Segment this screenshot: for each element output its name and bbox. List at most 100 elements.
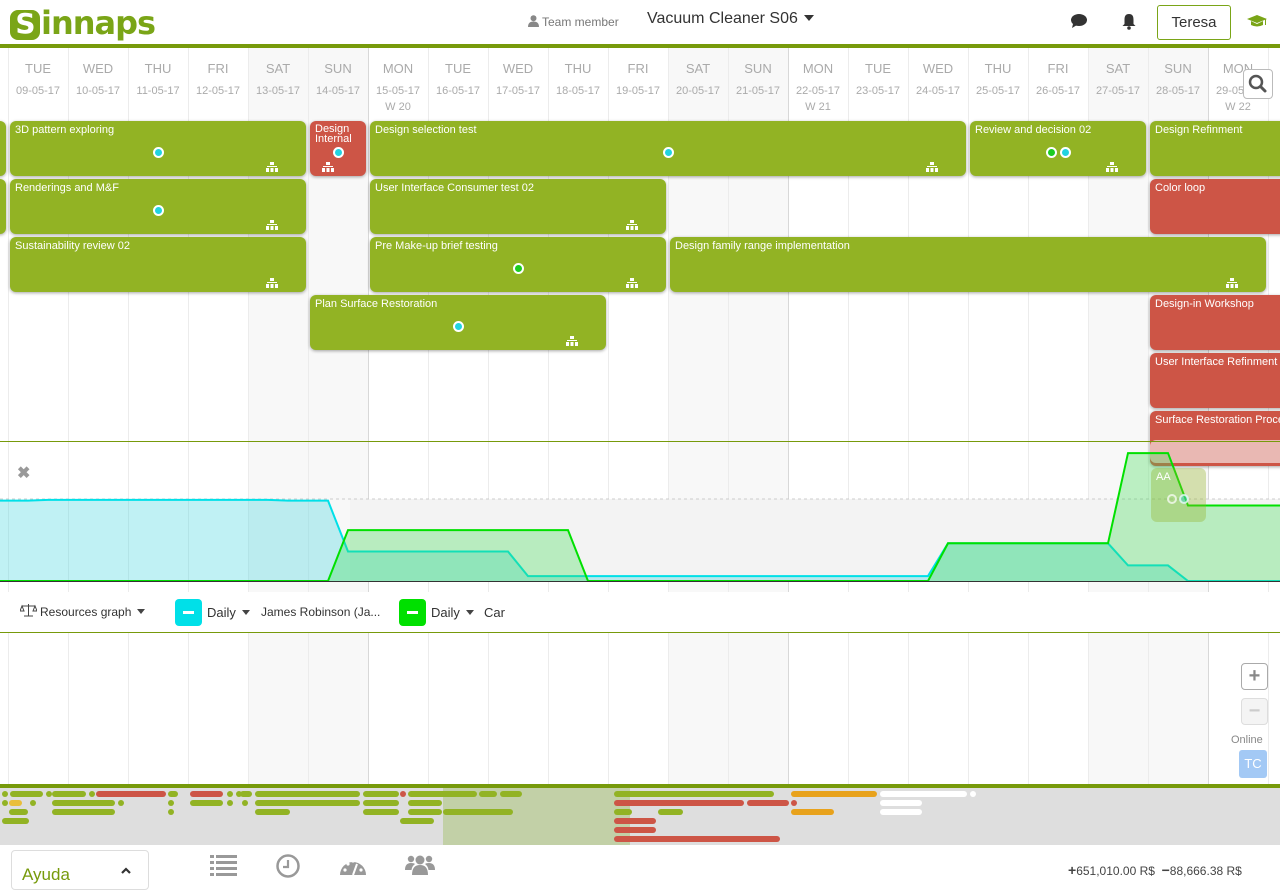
minimap-task [614,809,632,815]
series-1-resource[interactable]: James Robinson (Ja... [261,592,380,633]
day-date: 21-05-17 [735,85,781,97]
minimap-task [242,800,248,806]
task-bar[interactable] [0,179,6,234]
list-icon [210,855,237,876]
series-2-resource[interactable]: Car [484,592,505,633]
day-week: W 22 [1225,101,1251,113]
search-button[interactable] [1243,69,1273,99]
hierarchy-icon[interactable] [322,162,334,172]
series-2-period-selector[interactable]: Daily [431,592,474,633]
hierarchy-icon[interactable] [266,220,278,230]
day-name: SUN [1164,61,1192,76]
series-1-period-selector[interactable]: Daily [207,592,250,633]
series-1-color[interactable] [175,599,202,626]
resource-dot[interactable] [1060,147,1071,158]
minimap-task [500,791,522,797]
notifications-button[interactable] [1121,13,1141,33]
task-bar[interactable]: Pre Make-up brief testing [370,237,666,292]
minimap-task [880,791,967,797]
close-resources-icon[interactable]: ✖ [17,463,30,483]
role-indicator: Team member [528,15,619,29]
resources-graph-selector[interactable]: Resources graph [19,592,146,633]
resource-dot[interactable] [1046,147,1057,158]
avatar[interactable]: TC [1239,750,1267,778]
list-view-button[interactable] [209,853,239,881]
task-bar[interactable]: User Interface Refinment [1150,353,1280,408]
minimap-task [168,791,178,797]
task-name: User Interface Refinment [1155,356,1278,368]
minimap-task [118,800,124,806]
task-bar[interactable]: 3D pattern exploring [10,121,306,176]
team-view-button[interactable] [405,853,435,881]
team-icon [405,855,435,875]
day-header: FRI 19-05-17 [608,48,668,118]
user-menu-button[interactable]: Teresa [1157,5,1231,40]
minimap-task [9,800,22,806]
day-name: TUE [445,61,471,76]
minimap-task [443,809,513,815]
task-bar[interactable]: Sustainability review 02 [10,237,306,292]
minimap-task [970,791,976,797]
minimap-task [255,791,360,797]
day-header: SUN 21-05-17 [728,48,788,118]
minimap-task [791,809,834,815]
hierarchy-icon[interactable] [1226,278,1238,288]
logo[interactable]: Sinnaps [10,4,156,42]
minimap-task [614,818,656,824]
task-bar[interactable]: Review and decision 02 [970,121,1146,176]
hierarchy-icon[interactable] [926,162,938,172]
hierarchy-icon[interactable] [266,278,278,288]
minimap-task [255,800,360,806]
help-button[interactable]: Ayuda [11,850,149,890]
hierarchy-icon[interactable] [566,336,578,346]
minimap-task [614,791,774,797]
day-name: WED [922,61,954,76]
day-header: THU 11-05-17 [128,48,188,118]
minimap-task [408,800,442,806]
task-name: Color loop [1155,182,1206,194]
minimap-task [400,818,434,824]
minimap-task [880,809,922,815]
graduation-cap-icon [1247,15,1267,27]
dashboard-view-button[interactable] [339,853,369,881]
day-header: THU 25-05-17 [968,48,1028,118]
resource-dot[interactable] [513,263,524,274]
hierarchy-icon[interactable] [266,162,278,172]
minimap-task [408,791,477,797]
task-bar[interactable]: User Interface Consumer test 02 [370,179,666,234]
hierarchy-icon[interactable] [626,220,638,230]
hierarchy-icon[interactable] [1106,162,1118,172]
project-selector[interactable]: Vacuum Cleaner S06 [647,10,814,28]
academy-button[interactable] [1247,13,1267,33]
resource-dot[interactable] [333,147,344,158]
minimap-task [227,791,233,797]
task-bar[interactable]: Design Refinment [1150,121,1280,176]
resource-dot[interactable] [663,147,674,158]
hierarchy-icon[interactable] [626,278,638,288]
task-bar[interactable]: Design family range implementation [670,237,1266,292]
task-bar[interactable]: Design selection test [370,121,966,176]
task-bar[interactable]: Renderings and M&F [10,179,306,234]
day-name: THU [984,61,1012,76]
floating-task-aa[interactable]: AA [1151,468,1206,522]
task-bar[interactable] [0,121,6,176]
resource-dot[interactable] [153,205,164,216]
task-bar[interactable]: Design Internal [310,121,366,176]
timeline-view-button[interactable] [275,853,305,881]
day-header: THU 18-05-17 [548,48,608,118]
budget-totals: +651,010.00 R$ −88,666.38 R$ [1068,862,1242,878]
day-date: 14-05-17 [315,85,361,97]
zoom-in-button[interactable]: + [1241,663,1268,690]
resource-dot[interactable] [453,321,464,332]
minimap-task [240,791,252,797]
overview-minimap[interactable] [0,784,1280,845]
zoom-out-button[interactable]: − [1241,698,1268,725]
task-bar[interactable]: Design-in Workshop [1150,295,1280,350]
minimap-task [363,800,399,806]
resource-dot[interactable] [153,147,164,158]
chat-button[interactable] [1070,13,1090,33]
task-bar[interactable]: Color loop [1150,179,1280,234]
series-2-color[interactable] [399,599,426,626]
day-name: SAT [265,61,291,76]
task-bar[interactable]: Plan Surface Restoration [310,295,606,350]
